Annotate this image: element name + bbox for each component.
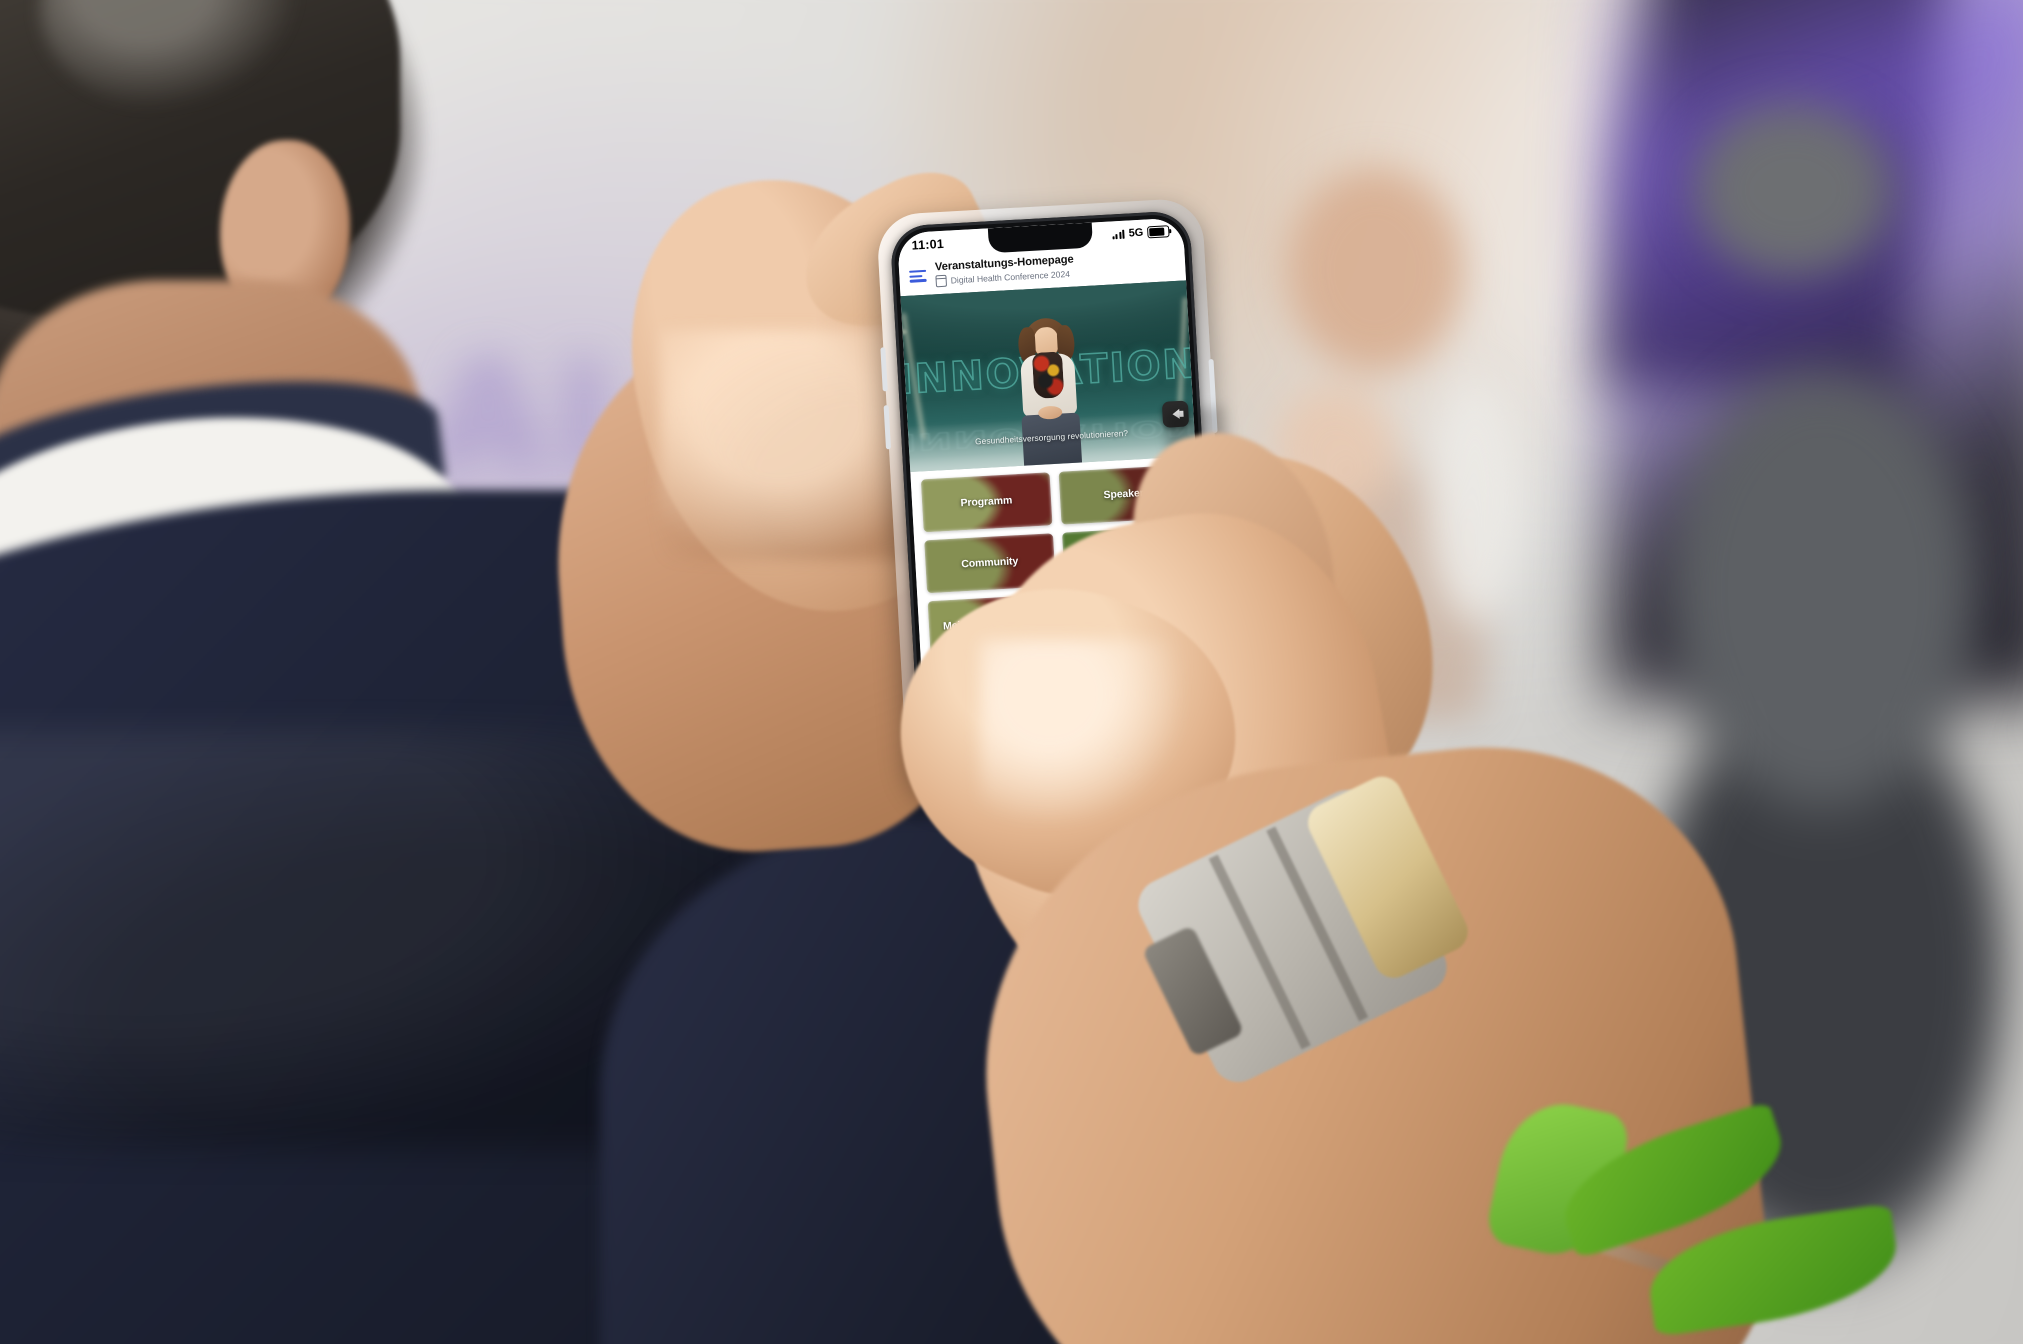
signal-bars-icon: [1112, 229, 1125, 239]
status-time: 11:01: [911, 236, 945, 253]
speaker-scarf: [1031, 350, 1065, 399]
status-indicators: 5G: [1112, 225, 1170, 240]
calendar-icon: [935, 274, 948, 287]
status-network: 5G: [1128, 226, 1144, 240]
tile-programm[interactable]: Programm: [920, 471, 1052, 532]
foreground-plant: [1483, 1093, 1948, 1344]
photo-scene: AIDX 11:01: [0, 0, 2023, 1344]
app-header-text: Veranstaltungs-Homepage Digital Health C…: [935, 254, 1075, 287]
hamburger-menu-icon[interactable]: [909, 268, 927, 283]
hero-banner[interactable]: INNOVATION INNOVATION Gesundheitsversorg…: [900, 279, 1196, 472]
right-thumb-highlight-2: [980, 640, 1180, 820]
hero-speaker-figure: [1009, 316, 1089, 472]
battery-icon: [1146, 225, 1170, 239]
